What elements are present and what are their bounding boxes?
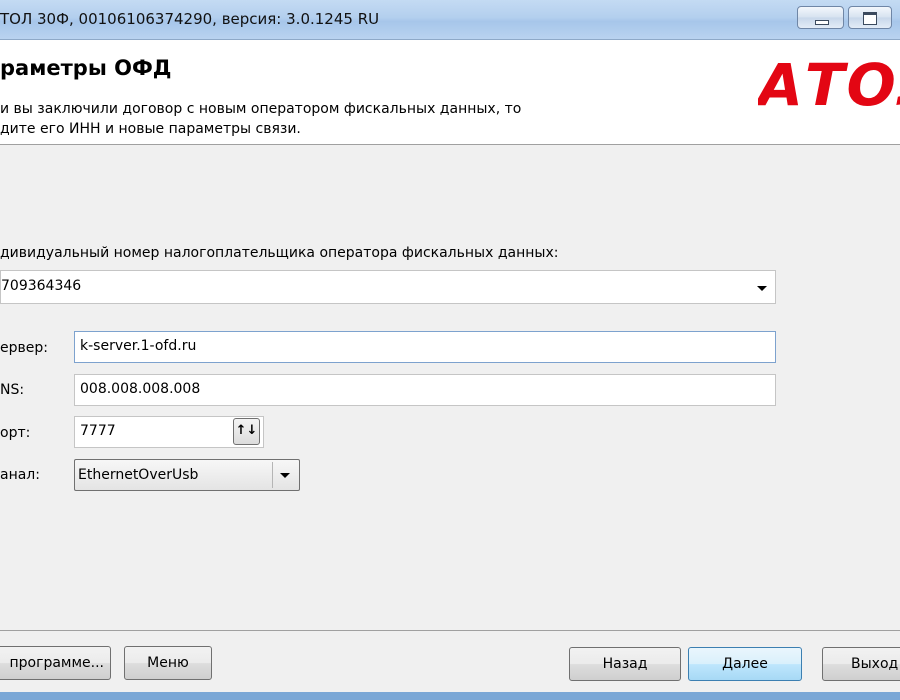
minimize-button[interactable] [797,6,844,29]
port-value: 7777 [80,423,116,439]
window-bottom-border [0,692,900,700]
title-bar[interactable]: ТОЛ 30Ф, 00106106374290, версия: 3.0.124… [0,0,900,40]
inn-combobox[interactable]: 709364346 [0,270,776,304]
page-title: раметры ОФД [0,56,172,80]
dropdown-arrow-icon [280,473,290,478]
spin-arrows-icon: ↑↓ [235,423,258,438]
window-title: ТОЛ 30Ф, 00106106374290, версия: 3.0.124… [0,10,380,28]
about-button-label: программе... [9,655,104,671]
port-spin-button[interactable]: ↑↓ [233,418,260,445]
next-button-label: Далее [722,656,768,672]
dropdown-arrow-icon[interactable] [757,286,767,291]
description-line-2: дите его ИНН и новые параметры связи. [0,121,301,137]
channel-value: EthernetOverUsb [78,467,199,483]
exit-button-label: Выход [851,656,899,672]
description-line-1: и вы заключили договор с новым операторо… [0,101,522,117]
about-button[interactable]: программе... [0,646,111,680]
inn-label: дивидуальный номер налогоплательщика опе… [0,245,559,261]
header-panel: раметры ОФД и вы заключили договор с нов… [0,40,900,145]
exit-button[interactable]: Выход [822,647,900,681]
server-input[interactable]: k-server.1-ofd.ru [74,331,776,363]
menu-button[interactable]: Меню [124,646,212,680]
dns-input[interactable]: 008.008.008.008 [74,374,776,406]
dns-value: 008.008.008.008 [80,381,201,397]
menu-button-label: Меню [147,655,189,671]
page-description: и вы заключили договор с новым операторо… [0,99,640,139]
maximize-icon [863,12,877,25]
next-button[interactable]: Далее [688,647,802,681]
back-button-label: Назад [602,656,648,672]
server-value: k-server.1-ofd.ru [80,338,197,354]
maximize-button[interactable] [848,6,892,29]
server-label: ервер: [0,340,48,356]
inn-value: 709364346 [1,278,82,294]
back-button[interactable]: Назад [569,647,681,681]
atol-logo: АТОЛ [758,51,900,119]
port-label: орт: [0,425,31,441]
channel-label: анал: [0,467,40,483]
footer-divider [0,630,900,631]
channel-select[interactable]: EthernetOverUsb [74,459,300,491]
dns-label: NS: [0,382,25,398]
channel-dropdown-button[interactable] [272,462,297,488]
minimize-icon [815,20,829,25]
